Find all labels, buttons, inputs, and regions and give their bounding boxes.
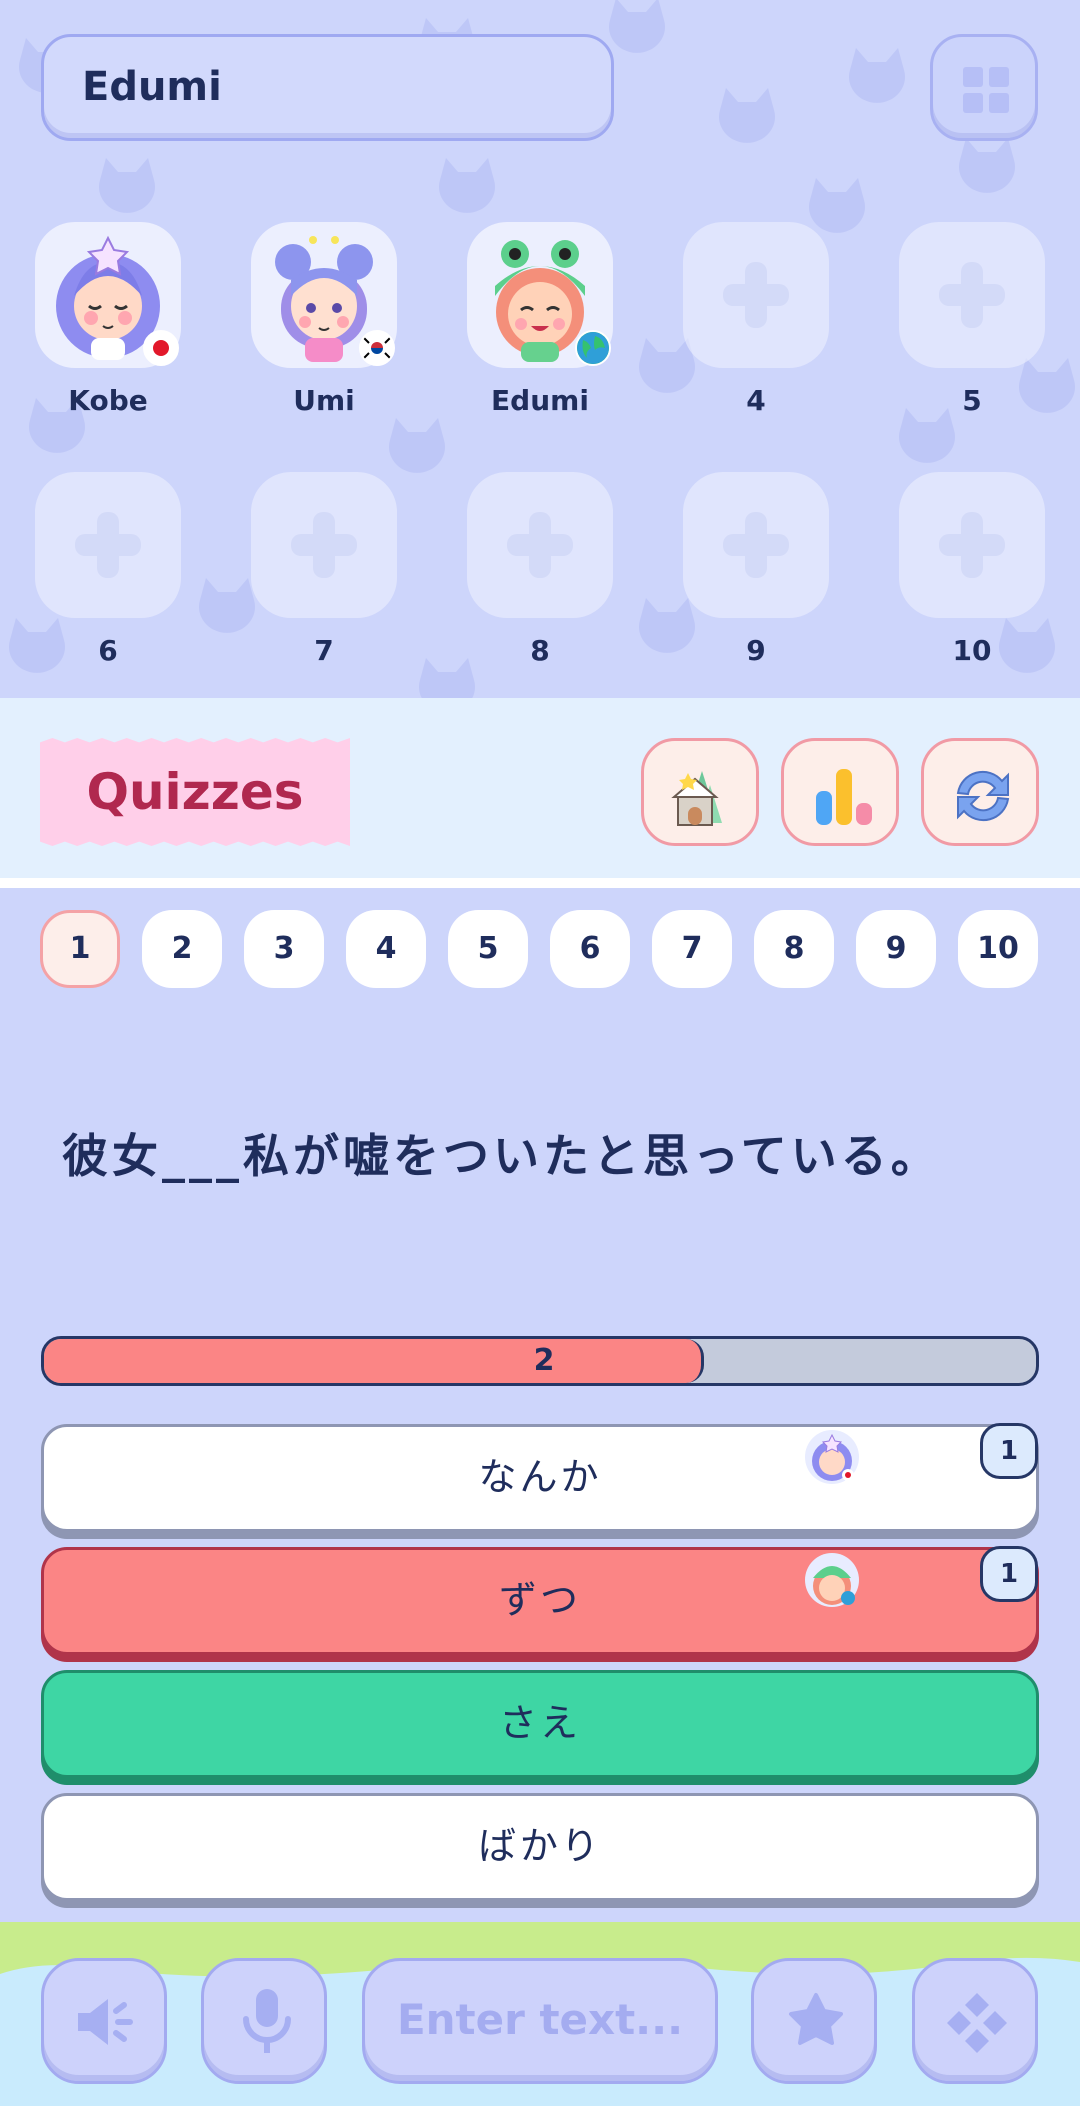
answer-option-4[interactable]: ばかり xyxy=(41,1793,1039,1901)
question-tab-3[interactable]: 3 xyxy=(244,910,324,988)
answer-text: なんか xyxy=(478,1455,602,1499)
plus-icon xyxy=(723,262,789,328)
slot-number: 7 xyxy=(314,634,334,667)
home-button[interactable] xyxy=(641,738,759,846)
slot-number: 6 xyxy=(98,634,118,667)
frog-hat-avatar xyxy=(805,1553,859,1607)
plus-icon xyxy=(939,512,1005,578)
plus-icon xyxy=(291,512,357,578)
slot-number: 4 xyxy=(746,384,766,417)
player-slot-7[interactable]: 7 xyxy=(249,472,399,667)
player-slot-8[interactable]: 8 xyxy=(465,472,615,667)
progress-fill xyxy=(44,1339,704,1383)
question-tab-4[interactable]: 4 xyxy=(346,910,426,988)
question-tab-9[interactable]: 9 xyxy=(856,910,936,988)
player-avatar-frame xyxy=(467,222,613,368)
question-tab-2[interactable]: 2 xyxy=(142,910,222,988)
player-name: Umi xyxy=(293,384,355,417)
microphone-icon xyxy=(243,1989,291,2053)
player-avatar-frame xyxy=(251,222,397,368)
games-button[interactable] xyxy=(912,1958,1038,2084)
player-slot-1[interactable]: Kobe xyxy=(33,222,183,417)
plus-icon xyxy=(939,262,1005,328)
question-tab-1[interactable]: 1 xyxy=(40,910,120,988)
question-tab-10[interactable]: 10 xyxy=(958,910,1038,988)
answer-option-3[interactable]: さえ xyxy=(41,1670,1039,1778)
player-name: Kobe xyxy=(68,384,148,417)
empty-slot-frame xyxy=(251,472,397,618)
room-title-field[interactable]: Edumi xyxy=(41,34,614,141)
slot-number: 5 xyxy=(962,384,982,417)
stats-button[interactable] xyxy=(781,738,899,846)
microphone-button[interactable] xyxy=(201,1958,327,2084)
empty-slot-frame xyxy=(899,222,1045,368)
bar-chart-icon xyxy=(816,769,872,825)
answer-text: さえ xyxy=(498,1701,581,1745)
refresh-button[interactable] xyxy=(921,738,1039,846)
player-slot-5[interactable]: 5 xyxy=(897,222,1047,417)
player-slot-2[interactable]: Umi xyxy=(249,222,399,417)
japan-flag-icon xyxy=(143,330,179,366)
room-area: Edumi Kobe Umi Edumi 4 5 6 7 8 9 10 xyxy=(0,0,1080,698)
player-avatar-frame xyxy=(35,222,181,368)
empty-slot-frame xyxy=(35,472,181,618)
question-tab-6[interactable]: 6 xyxy=(550,910,630,988)
answer-vote-count: 1 xyxy=(980,1423,1038,1479)
player-name: Edumi xyxy=(491,384,589,417)
text-input[interactable]: Enter text... xyxy=(362,1958,718,2084)
answer-vote-count: 1 xyxy=(980,1546,1038,1602)
plus-icon xyxy=(75,512,141,578)
answer-option-2[interactable]: ずつ 1 xyxy=(41,1546,1039,1655)
plus-icon xyxy=(723,512,789,578)
slot-number: 8 xyxy=(530,634,550,667)
question-tab-5[interactable]: 5 xyxy=(448,910,528,988)
quiz-toolbar: Quizzes xyxy=(0,698,1080,878)
plus-icon xyxy=(507,512,573,578)
favorite-button[interactable] xyxy=(751,1958,877,2084)
empty-slot-frame xyxy=(899,472,1045,618)
refresh-icon xyxy=(956,770,1010,822)
answer-text: ばかり xyxy=(478,1824,602,1868)
player-slot-9[interactable]: 9 xyxy=(681,472,831,667)
empty-slot-frame xyxy=(467,472,613,618)
slot-number: 10 xyxy=(952,634,992,667)
answer-progress-bar: 2 xyxy=(41,1336,1039,1386)
answer-option-1[interactable]: なんか 1 xyxy=(41,1423,1039,1532)
speaker-icon xyxy=(78,1999,133,2045)
question-tab-7[interactable]: 7 xyxy=(652,910,732,988)
section-title: Quizzes xyxy=(40,738,350,846)
globe-icon xyxy=(575,330,611,366)
empty-slot-frame xyxy=(683,472,829,618)
slot-number: 9 xyxy=(746,634,766,667)
progress-count: 2 xyxy=(533,1343,555,1378)
korea-flag-icon xyxy=(359,330,395,366)
menu-grid-button[interactable] xyxy=(930,34,1038,141)
girl-star-avatar xyxy=(805,1430,859,1484)
empty-slot-frame xyxy=(683,222,829,368)
gamepad-icon xyxy=(947,1993,1007,2053)
star-icon xyxy=(789,1993,843,2045)
question-number-tabs: 1 2 3 4 5 6 7 8 9 10 xyxy=(40,910,1040,988)
player-slot-3[interactable]: Edumi xyxy=(465,222,615,417)
player-slot-10[interactable]: 10 xyxy=(897,472,1047,667)
section-divider xyxy=(0,878,1080,888)
sound-button[interactable] xyxy=(41,1958,167,2084)
bottom-toolbar: Enter text... xyxy=(0,1922,1080,2106)
player-slot-6[interactable]: 6 xyxy=(33,472,183,667)
grid-icon xyxy=(963,67,1009,113)
player-slot-4[interactable]: 4 xyxy=(681,222,831,417)
question-text: 彼女___私が嘘をついたと思っている。 xyxy=(62,1129,941,1183)
home-icon xyxy=(671,771,722,826)
question-tab-8[interactable]: 8 xyxy=(754,910,834,988)
answer-text: ずつ xyxy=(498,1578,581,1622)
